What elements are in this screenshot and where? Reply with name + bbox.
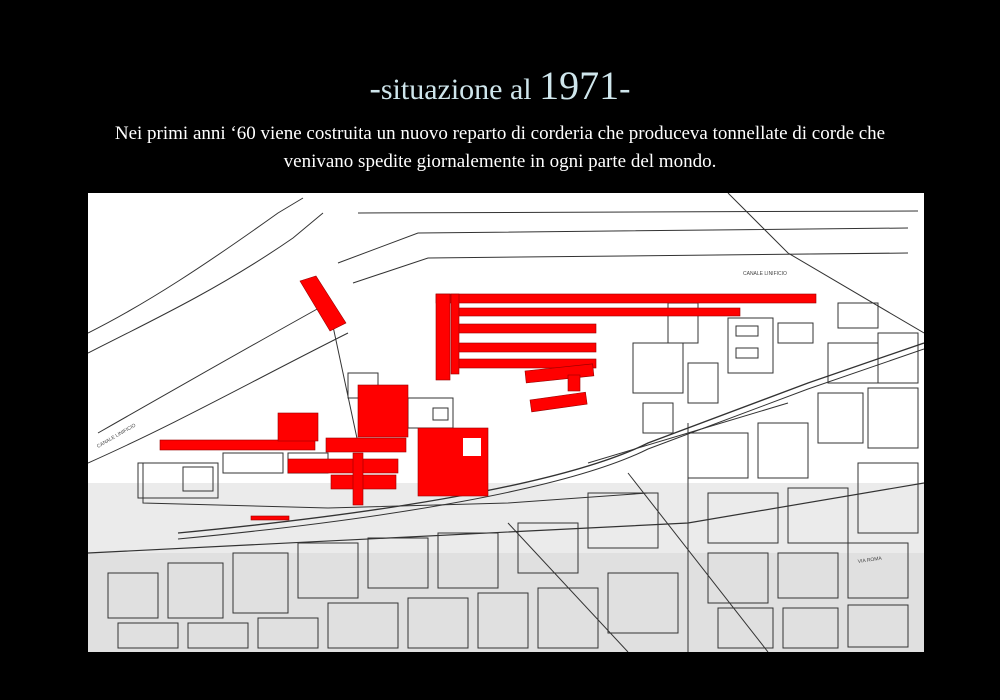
highlight-ropewalk-2 — [457, 307, 741, 317]
highlight-ropewalk-1 — [435, 293, 817, 304]
label-canal-right: CANALE LINIFICIO — [743, 271, 787, 277]
highlight-shed-2 — [277, 412, 319, 442]
highlight-ropewalk-head-1 — [435, 293, 451, 381]
title-text: situazione al — [380, 73, 540, 106]
title-dash-right: - — [619, 70, 631, 107]
slide: -situazione al 1971- Nei primi anni ʻ60 … — [0, 0, 1000, 700]
highlight-ropewalk-4 — [457, 342, 597, 353]
description-line-1: Nei primi anni ʻ60 viene costruita un nu… — [114, 123, 886, 144]
highlight-shed-3 — [325, 437, 407, 453]
slide-description: Nei primi anni ʻ60 viene costruita un nu… — [40, 120, 960, 176]
highlight-central-block — [357, 384, 409, 438]
slide-title: -situazione al 1971- — [0, 66, 1000, 106]
highlight-shed-5 — [330, 474, 397, 490]
title-dash-left: - — [369, 70, 381, 107]
description-line-2: venivano spedite giornalemente in ogni p… — [283, 151, 717, 172]
aerial-shading-lower — [88, 553, 924, 652]
site-plan-svg: CANALE LINIFICIO CANALE LINIFICIO VIA RO… — [88, 193, 924, 652]
highlight-shed-small — [250, 515, 290, 521]
site-plan-map: CANALE LINIFICIO CANALE LINIFICIO VIA RO… — [88, 193, 924, 652]
highlight-ropewalk-head-2 — [450, 293, 460, 375]
highlight-shed-4 — [287, 458, 399, 474]
highlight-shed-c — [567, 374, 581, 392]
highlight-shed-6 — [352, 452, 364, 506]
highlight-ropewalk-3 — [457, 323, 597, 334]
courtyard — [463, 438, 481, 456]
highlight-shed-long-1 — [159, 439, 316, 451]
title-year: 1971 — [539, 63, 620, 108]
